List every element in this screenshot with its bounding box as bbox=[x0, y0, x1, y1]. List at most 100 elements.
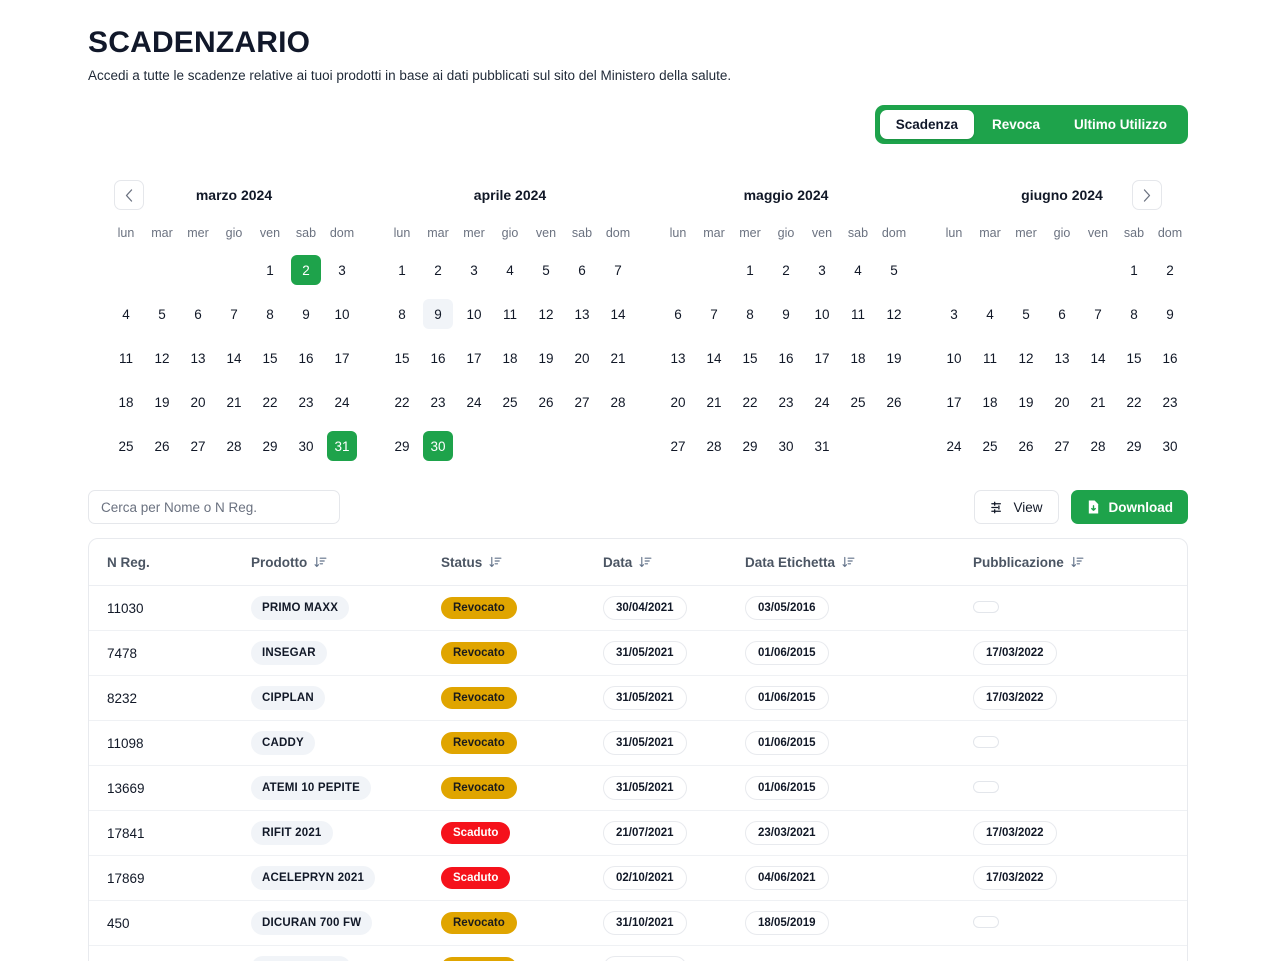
calendar-day[interactable]: 7 bbox=[1083, 299, 1113, 329]
calendar-day[interactable]: 21 bbox=[603, 343, 633, 373]
tab-scadenza[interactable]: Scadenza bbox=[879, 109, 974, 139]
calendar-day[interactable]: 7 bbox=[603, 255, 633, 285]
calendar-day[interactable]: 13 bbox=[663, 343, 693, 373]
sort-button[interactable] bbox=[1071, 556, 1084, 569]
calendar-day[interactable]: 22 bbox=[255, 387, 285, 417]
calendar-day[interactable]: 23 bbox=[1155, 387, 1185, 417]
calendar-day[interactable]: 11 bbox=[495, 299, 525, 329]
calendar-day[interactable]: 14 bbox=[1083, 343, 1113, 373]
calendar-day[interactable]: 15 bbox=[387, 343, 417, 373]
calendar-day[interactable]: 10 bbox=[939, 343, 969, 373]
calendar-day[interactable]: 8 bbox=[735, 299, 765, 329]
calendar-day[interactable]: 29 bbox=[387, 431, 417, 461]
calendar-day[interactable]: 4 bbox=[975, 299, 1005, 329]
sort-button[interactable] bbox=[489, 556, 502, 569]
calendar-day[interactable]: 12 bbox=[879, 299, 909, 329]
calendar-day[interactable]: 12 bbox=[1011, 343, 1041, 373]
table-row[interactable]: 17841 RIFIT 2021 Scaduto 21/07/2021 23/03/20… bbox=[89, 810, 1187, 856]
calendar-day[interactable]: 14 bbox=[603, 299, 633, 329]
calendar-day[interactable]: 6 bbox=[1047, 299, 1077, 329]
sort-button[interactable] bbox=[842, 556, 855, 569]
calendar-day[interactable]: 20 bbox=[1047, 387, 1077, 417]
calendar-day[interactable]: 9 bbox=[423, 299, 453, 329]
calendar-day[interactable]: 8 bbox=[255, 299, 285, 329]
calendar-day[interactable]: 31 bbox=[327, 431, 357, 461]
prev-month-button[interactable] bbox=[114, 180, 144, 210]
calendar-day[interactable]: 19 bbox=[531, 343, 561, 373]
calendar-day[interactable]: 4 bbox=[843, 255, 873, 285]
calendar-day[interactable]: 2 bbox=[1155, 255, 1185, 285]
calendar-day[interactable]: 12 bbox=[147, 343, 177, 373]
calendar-day[interactable]: 24 bbox=[939, 431, 969, 461]
tab-revoca[interactable]: Revoca bbox=[976, 110, 1056, 140]
calendar-day[interactable]: 4 bbox=[111, 299, 141, 329]
calendar-day[interactable]: 11 bbox=[843, 299, 873, 329]
download-button[interactable]: Download bbox=[1070, 490, 1188, 524]
calendar-day[interactable]: 9 bbox=[291, 299, 321, 329]
calendar-day[interactable]: 26 bbox=[1011, 431, 1041, 461]
calendar-day[interactable]: 1 bbox=[387, 255, 417, 285]
calendar-day[interactable]: 3 bbox=[939, 299, 969, 329]
table-row[interactable]: 17869 ACELEPRYN 2021 Scaduto 02/10/2021 04/0… bbox=[89, 855, 1187, 901]
table-row[interactable]: 8232 CIPPLAN Revocato 31/05/2021 01/06/2015 1… bbox=[89, 675, 1187, 721]
column-header-pubblicazione[interactable]: Pubblicazione bbox=[973, 539, 1187, 586]
calendar-day[interactable]: 10 bbox=[327, 299, 357, 329]
calendar-day[interactable]: 17 bbox=[939, 387, 969, 417]
calendar-day[interactable]: 22 bbox=[735, 387, 765, 417]
calendar-day[interactable]: 9 bbox=[1155, 299, 1185, 329]
calendar-day[interactable]: 16 bbox=[291, 343, 321, 373]
calendar-day[interactable]: 25 bbox=[975, 431, 1005, 461]
calendar-day[interactable]: 19 bbox=[1011, 387, 1041, 417]
calendar-day[interactable]: 2 bbox=[771, 255, 801, 285]
calendar-day[interactable]: 2 bbox=[423, 255, 453, 285]
calendar-day[interactable]: 20 bbox=[567, 343, 597, 373]
calendar-day[interactable]: 5 bbox=[1011, 299, 1041, 329]
calendar-day[interactable]: 5 bbox=[879, 255, 909, 285]
calendar-day[interactable]: 22 bbox=[387, 387, 417, 417]
calendar-day[interactable]: 29 bbox=[255, 431, 285, 461]
calendar-day[interactable]: 18 bbox=[843, 343, 873, 373]
calendar-day[interactable]: 15 bbox=[735, 343, 765, 373]
calendar-day[interactable]: 26 bbox=[879, 387, 909, 417]
calendar-day[interactable]: 17 bbox=[459, 343, 489, 373]
calendar-day[interactable]: 25 bbox=[111, 431, 141, 461]
calendar-day[interactable]: 3 bbox=[807, 255, 837, 285]
calendar-day[interactable]: 21 bbox=[1083, 387, 1113, 417]
table-row[interactable]: 7478 INSEGAR Revocato 31/05/2021 01/06/2015 1… bbox=[89, 630, 1187, 676]
calendar-day[interactable]: 10 bbox=[807, 299, 837, 329]
calendar-day[interactable]: 29 bbox=[735, 431, 765, 461]
calendar-day[interactable]: 23 bbox=[423, 387, 453, 417]
column-header-data[interactable]: Data bbox=[603, 539, 745, 586]
calendar-day[interactable]: 30 bbox=[423, 431, 453, 461]
calendar-day[interactable]: 21 bbox=[219, 387, 249, 417]
calendar-day[interactable]: 3 bbox=[327, 255, 357, 285]
calendar-day[interactable]: 26 bbox=[531, 387, 561, 417]
calendar-day[interactable]: 30 bbox=[291, 431, 321, 461]
calendar-day[interactable]: 11 bbox=[975, 343, 1005, 373]
calendar-day[interactable]: 28 bbox=[699, 431, 729, 461]
table-row[interactable]: 11098 CADDY Revocato 31/05/2021 01/06/2015 bbox=[89, 720, 1187, 766]
calendar-day[interactable]: 23 bbox=[291, 387, 321, 417]
calendar-day[interactable]: 18 bbox=[111, 387, 141, 417]
calendar-day[interactable]: 12 bbox=[531, 299, 561, 329]
search-input[interactable] bbox=[88, 490, 340, 524]
calendar-day[interactable]: 14 bbox=[219, 343, 249, 373]
calendar-day[interactable]: 17 bbox=[807, 343, 837, 373]
calendar-day[interactable]: 30 bbox=[771, 431, 801, 461]
calendar-day[interactable]: 20 bbox=[183, 387, 213, 417]
calendar-day[interactable]: 25 bbox=[495, 387, 525, 417]
sort-button[interactable] bbox=[314, 556, 327, 569]
calendar-day[interactable]: 1 bbox=[735, 255, 765, 285]
calendar-day[interactable]: 26 bbox=[147, 431, 177, 461]
calendar-day[interactable]: 13 bbox=[183, 343, 213, 373]
column-header-status[interactable]: Status bbox=[441, 539, 603, 586]
calendar-day[interactable]: 4 bbox=[495, 255, 525, 285]
calendar-day[interactable]: 28 bbox=[219, 431, 249, 461]
calendar-day[interactable]: 7 bbox=[219, 299, 249, 329]
calendar-day[interactable]: 8 bbox=[387, 299, 417, 329]
calendar-day[interactable]: 19 bbox=[879, 343, 909, 373]
calendar-day[interactable]: 29 bbox=[1119, 431, 1149, 461]
calendar-day[interactable]: 24 bbox=[327, 387, 357, 417]
calendar-day[interactable]: 22 bbox=[1119, 387, 1149, 417]
calendar-day[interactable]: 7 bbox=[699, 299, 729, 329]
